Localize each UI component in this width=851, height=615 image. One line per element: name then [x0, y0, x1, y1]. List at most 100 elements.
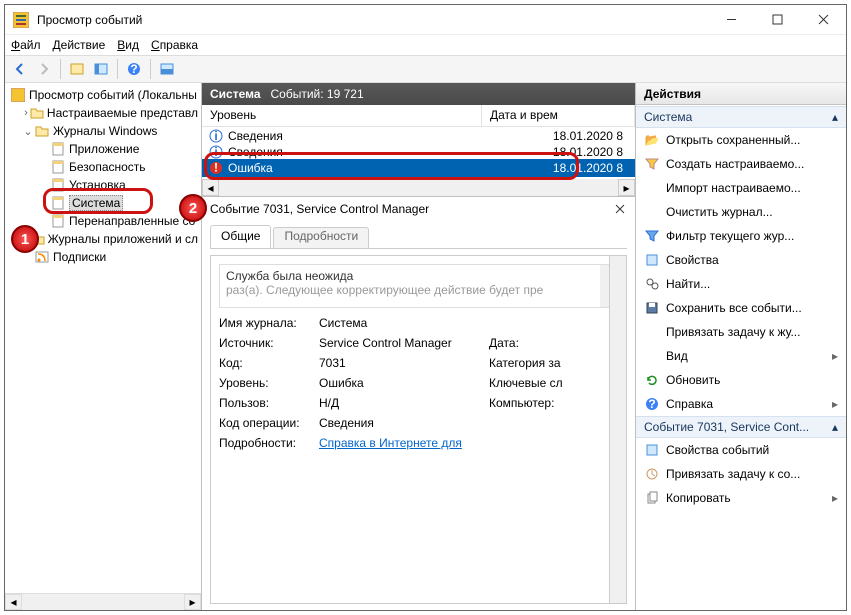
tree-application[interactable]: Приложение — [8, 140, 198, 158]
list-row[interactable]: i Сведения 18.01.2020 8 — [202, 145, 635, 159]
folder-open-icon: 📂 — [644, 132, 660, 148]
online-help-link[interactable]: Справка в Интернете для — [319, 436, 462, 450]
log-icon — [50, 213, 66, 229]
list-row-selected[interactable]: ! Ошибка 18.01.2020 8 — [202, 159, 635, 177]
action-create-custom[interactable]: Создать настраиваемо... — [636, 152, 846, 176]
action-properties[interactable]: Свойства — [636, 248, 846, 272]
preview-pane-button[interactable] — [156, 58, 178, 80]
list-row[interactable]: i Сведения 18.01.2020 8 — [202, 127, 635, 145]
center-panel: Система Событий: 19 721 Уровень Дата и в… — [202, 83, 636, 610]
tab-general[interactable]: Общие — [210, 225, 271, 248]
tree-security[interactable]: Безопасность — [8, 158, 198, 176]
window-title: Просмотр событий — [37, 13, 708, 27]
tree-setup[interactable]: Установка — [8, 176, 198, 194]
blank-icon — [644, 348, 660, 364]
log-icon — [50, 195, 66, 211]
action-view[interactable]: Вид▸ — [636, 344, 846, 368]
folder-open-icon — [34, 123, 50, 139]
actions-section-system[interactable]: Система▴ — [636, 106, 846, 128]
action-attach-task-event[interactable]: Привязать задачу к со... — [636, 462, 846, 486]
center-title: Система — [210, 87, 261, 101]
close-detail-button[interactable] — [613, 202, 627, 216]
task-icon — [644, 466, 660, 482]
filter-new-icon — [644, 156, 660, 172]
action-save-all[interactable]: Сохранить все событи... — [636, 296, 846, 320]
show-hide-tree-button[interactable] — [66, 58, 88, 80]
info-icon: i — [208, 145, 224, 159]
refresh-icon — [644, 372, 660, 388]
action-refresh[interactable]: Обновить — [636, 368, 846, 392]
detail-scroll[interactable] — [609, 256, 626, 603]
actions-panel: Действия Система▴ 📂Открыть сохраненный..… — [636, 83, 846, 610]
action-import-custom[interactable]: Импорт настраиваемо... — [636, 176, 846, 200]
action-open-saved[interactable]: 📂Открыть сохраненный... — [636, 128, 846, 152]
copy-icon — [644, 490, 660, 506]
action-copy[interactable]: Копировать▸ — [636, 486, 846, 510]
menu-action[interactable]: Действие — [53, 38, 106, 52]
svg-text:?: ? — [130, 62, 137, 76]
callout-badge-2: 2 — [179, 194, 207, 222]
chevron-right-icon: ▸ — [832, 349, 838, 363]
menu-view[interactable]: Вид — [117, 38, 139, 52]
forward-button[interactable] — [33, 58, 55, 80]
expand-icon[interactable]: › — [22, 107, 30, 119]
action-clear-log[interactable]: Очистить журнал... — [636, 200, 846, 224]
help-button[interactable]: ? — [123, 58, 145, 80]
toolbar: ? — [5, 55, 846, 83]
maximize-button[interactable] — [754, 5, 800, 34]
help-icon: ? — [644, 396, 660, 412]
tree-custom-views[interactable]: › Настраиваемые представл — [8, 104, 198, 122]
close-button[interactable] — [800, 5, 846, 34]
col-date[interactable]: Дата и врем — [482, 105, 635, 126]
detail-grid: Имя журнала: Система Источник: Service C… — [219, 316, 618, 450]
save-icon — [644, 300, 660, 316]
col-level[interactable]: Уровень — [202, 105, 482, 126]
action-attach-task[interactable]: Привязать задачу к жу... — [636, 320, 846, 344]
info-icon: i — [208, 128, 224, 144]
error-icon: ! — [208, 160, 224, 176]
folder-icon — [30, 105, 44, 121]
minimize-button[interactable] — [708, 5, 754, 34]
action-event-properties[interactable]: Свойства событий — [636, 438, 846, 462]
action-help[interactable]: ?Справка▸ — [636, 392, 846, 416]
app-icon — [13, 12, 29, 28]
actions-section-event[interactable]: Событие 7031, Service Cont...▴ — [636, 416, 846, 438]
find-icon — [644, 276, 660, 292]
collapse-icon: ▴ — [832, 110, 838, 124]
svg-text:!: ! — [214, 161, 218, 175]
action-filter[interactable]: Фильтр текущего жур... — [636, 224, 846, 248]
tree-subscriptions[interactable]: Подписки — [8, 248, 198, 266]
svg-text:?: ? — [648, 397, 655, 411]
titlebar: Просмотр событий — [5, 5, 846, 35]
tree-root[interactable]: Просмотр событий (Локальны — [8, 86, 198, 104]
action-find[interactable]: Найти... — [636, 272, 846, 296]
collapse-icon[interactable]: ⌄ — [22, 125, 34, 138]
list-h-scroll[interactable]: ◂▸ — [202, 179, 635, 196]
svg-text:i: i — [214, 145, 217, 159]
chevron-right-icon: ▸ — [832, 491, 838, 505]
event-list: Уровень Дата и врем i Сведения 18.01.202… — [202, 105, 635, 197]
tree-h-scroll[interactable]: ◂▸ — [5, 593, 201, 610]
detail-tabs: Общие Подробности — [210, 225, 627, 249]
back-button[interactable] — [9, 58, 31, 80]
menu-help[interactable]: Справка — [151, 38, 198, 52]
center-count: Событий: 19 721 — [271, 87, 364, 101]
event-message: Служба была неожида раз(а). Следующее ко… — [219, 264, 618, 308]
detail-title: Событие 7031, Service Control Manager — [210, 202, 429, 216]
blank-icon — [644, 180, 660, 196]
properties-button[interactable] — [90, 58, 112, 80]
callout-badge-1: 1 — [11, 225, 39, 253]
tree-windows-logs[interactable]: ⌄ Журналы Windows — [8, 122, 198, 140]
log-icon — [50, 177, 66, 193]
properties-icon — [644, 252, 660, 268]
actions-header: Действия — [636, 83, 846, 105]
center-header: Система Событий: 19 721 — [202, 83, 635, 105]
menu-file[interactable]: Файл — [11, 38, 41, 52]
log-icon — [50, 141, 66, 157]
subs-icon — [34, 249, 50, 265]
tree-system[interactable]: Система — [8, 194, 198, 212]
list-header[interactable]: Уровень Дата и врем — [202, 105, 635, 127]
blank-icon — [644, 204, 660, 220]
tab-details[interactable]: Подробности — [273, 227, 369, 248]
tree-forwarded[interactable]: Перенаправленные со — [8, 212, 198, 230]
